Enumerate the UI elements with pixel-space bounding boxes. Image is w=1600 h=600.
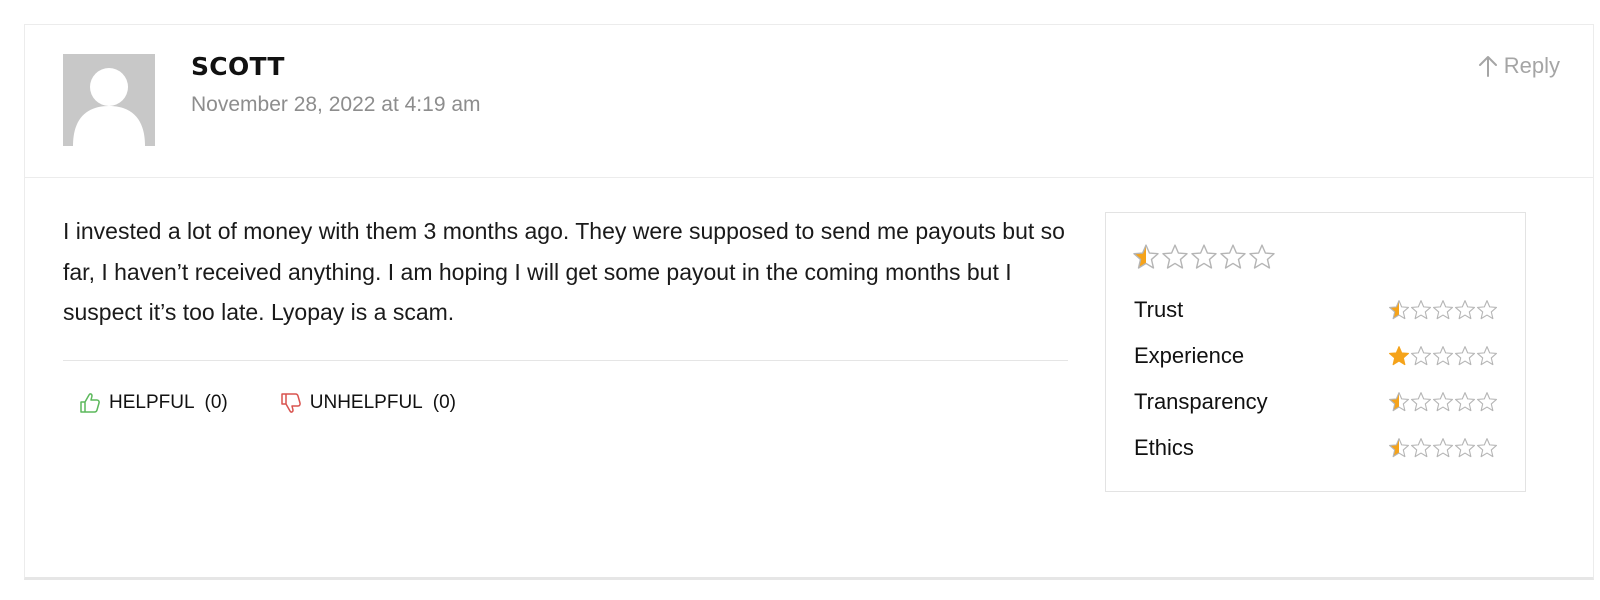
star-empty-icon — [1476, 437, 1498, 459]
unhelpful-button[interactable]: UNHELPFUL (0) — [280, 392, 456, 414]
arrow-up-icon — [1478, 56, 1497, 77]
helpful-button[interactable]: HELPFUL (0) — [79, 392, 228, 414]
star-empty-icon — [1432, 345, 1454, 367]
ratings-box: Trust Experience Transparency Ethics — [1105, 212, 1526, 492]
helpful-label: HELPFUL — [109, 392, 195, 413]
reply-label: Reply — [1503, 53, 1560, 78]
star-empty-icon — [1476, 345, 1498, 367]
review-header: SCOTT November 28, 2022 at 4:19 am Reply — [25, 25, 1593, 178]
default-user-avatar-icon — [63, 54, 155, 146]
star-half-icon — [1388, 299, 1410, 321]
star-empty-icon — [1190, 243, 1218, 271]
divider — [63, 360, 1068, 361]
star-empty-icon — [1432, 437, 1454, 459]
rating-label: Ethics — [1134, 435, 1194, 460]
star-rating — [1388, 437, 1498, 459]
star-empty-icon — [1219, 243, 1247, 271]
comment-author[interactable]: SCOTT — [191, 52, 285, 81]
star-half-icon — [1388, 391, 1410, 413]
star-empty-icon — [1410, 437, 1432, 459]
star-rating — [1388, 345, 1498, 367]
comment-date[interactable]: November 28, 2022 at 4:19 am — [191, 93, 481, 117]
reply-button[interactable]: Reply — [1478, 53, 1560, 79]
star-empty-icon — [1476, 299, 1498, 321]
rating-label: Transparency — [1134, 389, 1268, 414]
rating-row-trust: Trust — [1134, 297, 1498, 323]
review-card: SCOTT November 28, 2022 at 4:19 am Reply… — [24, 24, 1594, 580]
star-empty-icon — [1454, 391, 1476, 413]
star-empty-icon — [1476, 391, 1498, 413]
star-empty-icon — [1432, 391, 1454, 413]
star-rating — [1388, 391, 1498, 413]
star-half-icon — [1132, 243, 1160, 271]
star-empty-icon — [1454, 345, 1476, 367]
thumbs-down-icon — [281, 393, 301, 413]
review-body: I invested a lot of money with them 3 mo… — [63, 218, 1065, 325]
star-empty-icon — [1432, 299, 1454, 321]
unhelpful-count: (0) — [432, 392, 456, 413]
rating-label: Trust — [1134, 297, 1184, 322]
rating-row-transparency: Transparency — [1134, 389, 1498, 415]
avatar — [63, 54, 155, 146]
star-rating — [1388, 299, 1498, 321]
star-empty-icon — [1161, 243, 1189, 271]
thumbs-up-icon — [80, 393, 100, 413]
star-half-icon — [1388, 437, 1410, 459]
star-empty-icon — [1454, 437, 1476, 459]
overall-star-rating — [1132, 243, 1276, 271]
star-empty-icon — [1454, 299, 1476, 321]
helpful-count: (0) — [204, 392, 228, 413]
rating-row-experience: Experience — [1134, 343, 1498, 369]
star-filled-icon — [1388, 345, 1410, 367]
star-empty-icon — [1248, 243, 1276, 271]
vote-bar: HELPFUL (0) UNHELPFUL (0) — [79, 392, 456, 414]
star-empty-icon — [1410, 391, 1432, 413]
star-empty-icon — [1410, 345, 1432, 367]
rating-label: Experience — [1134, 343, 1245, 368]
rating-row-ethics: Ethics — [1134, 435, 1498, 461]
star-empty-icon — [1410, 299, 1432, 321]
unhelpful-label: UNHELPFUL — [309, 392, 423, 413]
